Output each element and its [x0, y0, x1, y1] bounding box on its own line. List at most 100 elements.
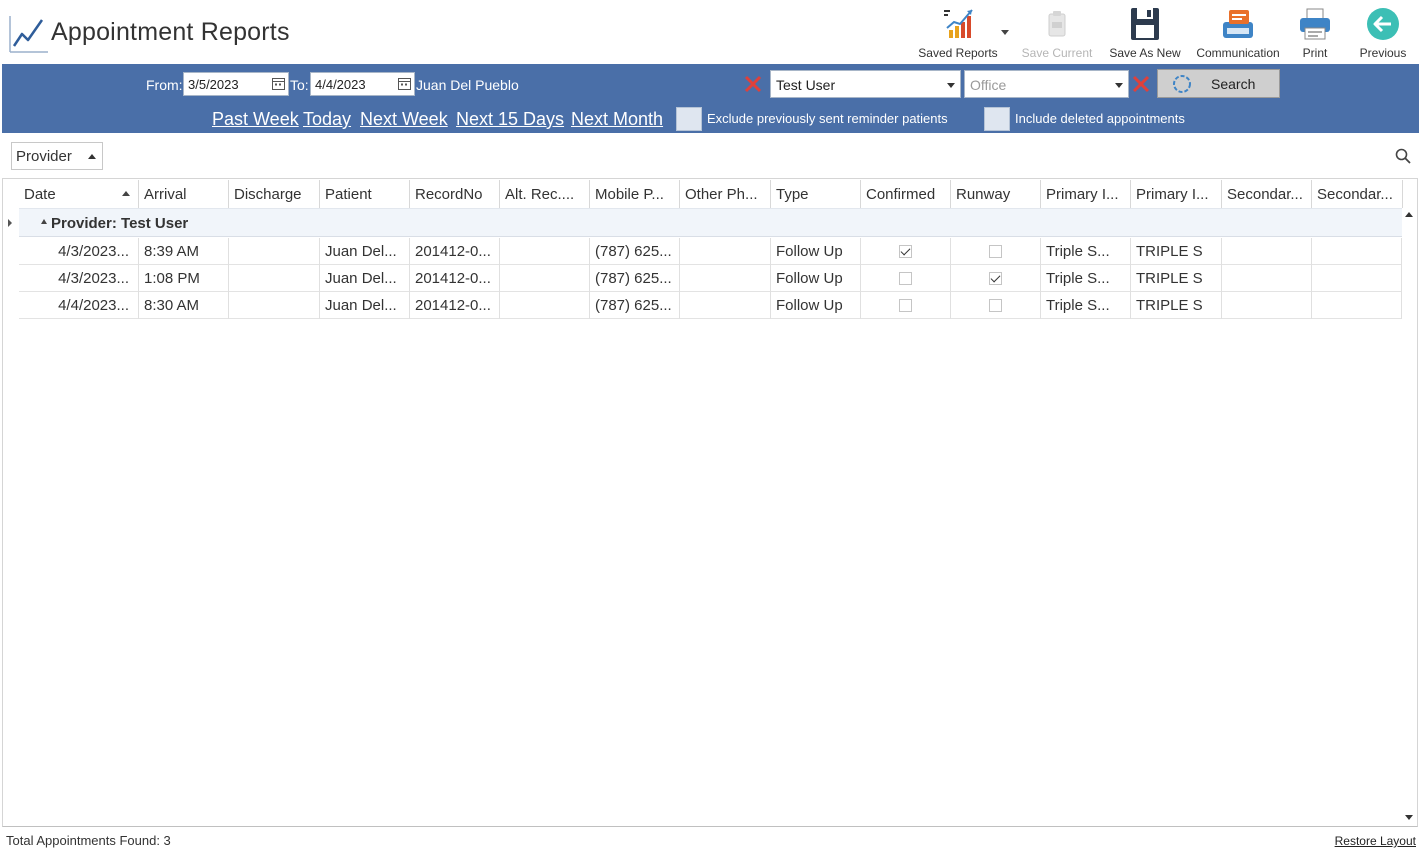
cell-confirmed: [861, 238, 951, 265]
sort-ascending-icon: [88, 154, 96, 159]
cell-primary-ins2: TRIPLE S: [1131, 265, 1222, 292]
cell-type: Follow Up: [771, 292, 861, 319]
cell-secondary-ins: [1222, 265, 1312, 292]
group-by-provider-chip[interactable]: Provider: [11, 142, 103, 170]
saved-reports-button[interactable]: Saved Reports: [917, 6, 999, 62]
title-bar: Appointment Reports Saved Reports Save C…: [0, 0, 1419, 64]
scroll-up-icon[interactable]: [1405, 212, 1413, 217]
page-title: Appointment Reports: [51, 18, 290, 46]
quick-range-past-week[interactable]: Past Week: [212, 109, 299, 130]
column-header-label: Other Ph...: [685, 186, 758, 203]
runway-checkbox[interactable]: [989, 272, 1002, 285]
provider-dropdown[interactable]: Test User: [770, 70, 961, 98]
column-header-label: Discharge: [234, 186, 302, 203]
chart-line-icon: [9, 16, 48, 53]
print-button[interactable]: Print: [1292, 6, 1338, 62]
column-header-secondary-insurance[interactable]: Secondar...: [1222, 180, 1312, 208]
column-header-label: Patient: [325, 186, 372, 203]
table-row[interactable]: 4/4/2023... 8:30 AM Juan Del... 201412-0...…: [19, 292, 1402, 319]
cell-discharge: [229, 292, 320, 319]
column-header-label: Primary I...: [1046, 186, 1119, 203]
column-header-confirmed[interactable]: Confirmed: [861, 180, 951, 208]
cell-mobile: (787) 625...: [590, 265, 680, 292]
column-header-secondary-insurance-2[interactable]: Secondar...: [1312, 180, 1403, 208]
communication-label: Communication: [1196, 46, 1280, 60]
save-current-button[interactable]: Save Current: [1020, 6, 1094, 62]
column-header-primary-insurance-2[interactable]: Primary I...: [1131, 180, 1222, 208]
cell-other-phone: [680, 238, 771, 265]
runway-checkbox[interactable]: [989, 299, 1002, 312]
confirmed-checkbox[interactable]: [899, 299, 912, 312]
column-header-primary-insurance[interactable]: Primary I...: [1041, 180, 1131, 208]
group-row-provider[interactable]: Provider: Test User: [19, 208, 1402, 237]
collapse-group-icon[interactable]: [41, 219, 47, 224]
quick-range-next-week[interactable]: Next Week: [360, 109, 448, 130]
quick-range-next-month[interactable]: Next Month: [571, 109, 663, 130]
include-deleted-checkbox[interactable]: [984, 107, 1010, 131]
column-header-label: Mobile P...: [595, 186, 664, 203]
cell-type: Follow Up: [771, 265, 861, 292]
cell-runway: [951, 292, 1041, 319]
cell-arrival: 1:08 PM: [139, 265, 229, 292]
cell-arrival: 8:30 AM: [139, 292, 229, 319]
confirmed-checkbox[interactable]: [899, 245, 912, 258]
office-dropdown[interactable]: Office: [964, 70, 1129, 98]
exclude-reminder-checkbox[interactable]: [676, 107, 702, 131]
confirmed-checkbox[interactable]: [899, 272, 912, 285]
cell-primary-ins: Triple S...: [1041, 238, 1131, 265]
column-header-date[interactable]: Date: [19, 180, 139, 208]
previous-label: Previous: [1359, 46, 1407, 60]
to-date-picker[interactable]: 4/4/2023: [310, 72, 415, 96]
column-header-mobile-phone[interactable]: Mobile P...: [590, 180, 680, 208]
column-header-arrival[interactable]: Arrival: [139, 180, 229, 208]
table-row[interactable]: 4/3/2023... 1:08 PM Juan Del... 201412-0...…: [19, 265, 1402, 292]
cell-other-phone: [680, 292, 771, 319]
calendar-icon[interactable]: [272, 77, 285, 90]
cell-discharge: [229, 238, 320, 265]
search-button[interactable]: Search: [1157, 69, 1280, 98]
cell-record-no: 201412-0...: [410, 238, 500, 265]
quick-range-today[interactable]: Today: [303, 109, 351, 130]
column-header-other-phone[interactable]: Other Ph...: [680, 180, 771, 208]
table-row[interactable]: 4/3/2023... 8:39 AM Juan Del... 201412-0...…: [19, 238, 1402, 265]
cell-arrival: 8:39 AM: [139, 238, 229, 265]
cell-date: 4/4/2023...: [19, 292, 139, 319]
column-header-record-no[interactable]: RecordNo: [410, 180, 500, 208]
cell-alt-rec: [500, 265, 590, 292]
cell-other-phone: [680, 265, 771, 292]
column-header-discharge[interactable]: Discharge: [229, 180, 320, 208]
column-header-runway[interactable]: Runway: [951, 180, 1041, 208]
scroll-down-icon[interactable]: [1405, 815, 1413, 820]
clear-provider-icon[interactable]: [744, 75, 762, 93]
save-current-label: Save Current: [1021, 46, 1093, 60]
communication-button[interactable]: Communication: [1192, 6, 1284, 62]
previous-button[interactable]: Previous: [1356, 6, 1410, 62]
column-header-patient[interactable]: Patient: [320, 180, 410, 208]
column-header-type[interactable]: Type: [771, 180, 861, 208]
cell-runway: [951, 238, 1041, 265]
clear-office-icon[interactable]: [1132, 75, 1150, 93]
column-header-alt-record[interactable]: Alt. Rec....: [500, 180, 590, 208]
cell-patient: Juan Del...: [320, 292, 410, 319]
from-date-picker[interactable]: 3/5/2023: [183, 72, 289, 96]
calendar-icon[interactable]: [398, 77, 411, 90]
cell-alt-rec: [500, 292, 590, 319]
restore-layout-link[interactable]: Restore Layout: [1335, 834, 1416, 848]
cell-mobile: (787) 625...: [590, 238, 680, 265]
column-header-label: Alt. Rec....: [505, 186, 575, 203]
quick-range-next-15-days[interactable]: Next 15 Days: [456, 109, 564, 130]
save-as-new-button[interactable]: Save As New: [1108, 6, 1182, 62]
save-as-new-label: Save As New: [1109, 46, 1181, 60]
saved-reports-dropdown-icon[interactable]: [1001, 30, 1009, 35]
search-icon[interactable]: [1395, 148, 1411, 164]
cell-secondary-ins2: [1312, 238, 1402, 265]
cell-runway: [951, 265, 1041, 292]
cell-date: 4/3/2023...: [19, 265, 139, 292]
cell-secondary-ins: [1222, 292, 1312, 319]
floppy-disk-icon: [1131, 8, 1159, 40]
runway-checkbox[interactable]: [989, 245, 1002, 258]
cell-record-no: 201412-0...: [410, 292, 500, 319]
cell-confirmed: [861, 265, 951, 292]
from-date-value: 3/5/2023: [188, 77, 239, 92]
cell-secondary-ins2: [1312, 265, 1402, 292]
